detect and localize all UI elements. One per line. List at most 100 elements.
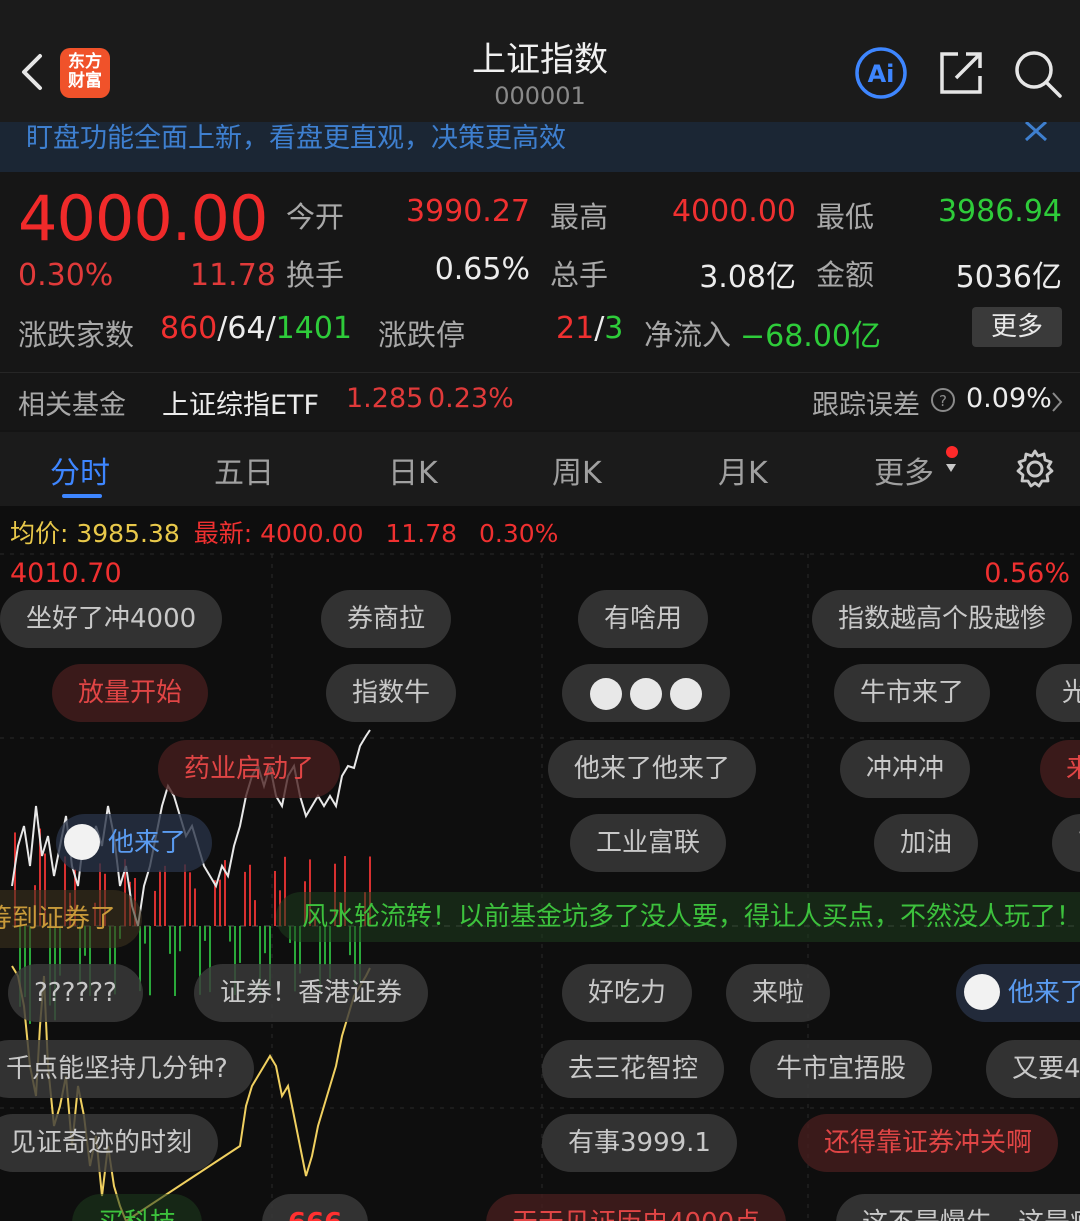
danmaku-bubble[interactable]: 去三花智控	[542, 1040, 725, 1098]
fund-name: 上证综指ETF	[162, 390, 320, 421]
volume-bar	[179, 926, 181, 952]
volume-bar	[249, 864, 251, 926]
tracking-label: 跟踪误差	[812, 390, 920, 421]
volume-bar	[254, 900, 256, 926]
volume-bar	[204, 926, 206, 941]
danmaku-bubble[interactable]: 证券！香港证券	[194, 964, 429, 1022]
share-icon[interactable]	[934, 46, 988, 100]
axis-max-pct: 0.56%	[984, 558, 1070, 589]
tab-weekly-k[interactable]: 周K	[552, 448, 602, 492]
danmaku-bubble[interactable]: 加油	[874, 814, 979, 872]
danmaku-bubble[interactable]: 他来了	[956, 964, 1080, 1022]
stock-code: 000001	[494, 82, 586, 110]
volume-bar	[174, 926, 176, 996]
fund-label: 相关基金	[18, 390, 126, 421]
svg-text:Ai: Ai	[868, 60, 895, 88]
danmaku-bubble[interactable]: 他来了他来了	[548, 740, 757, 798]
emoji-icon	[590, 677, 622, 710]
breadth-label: 涨跌家数	[18, 318, 135, 352]
limit-label: 涨跌停	[378, 318, 466, 352]
low-value: 3986.94	[937, 194, 1062, 229]
gear-icon[interactable]	[1014, 448, 1056, 490]
danmaku-bubble[interactable]: 买科技	[72, 1194, 203, 1221]
more-button[interactable]: 更多	[972, 307, 1062, 347]
netflow-value: −68.00亿	[740, 319, 882, 354]
danmaku-bubble[interactable]: 工业富联	[570, 814, 727, 872]
danmaku-bubble[interactable]: 冲冲冲	[840, 740, 971, 798]
close-icon[interactable]	[1018, 122, 1054, 146]
ai-icon[interactable]: Ai	[854, 46, 908, 100]
tab-intraday[interactable]: 分时	[50, 448, 110, 492]
danmaku-bubble[interactable]: 放量开始	[52, 664, 209, 722]
volume-bar	[169, 926, 171, 954]
danmaku-bubble[interactable]: 牛市宜捂股	[750, 1040, 933, 1098]
help-icon[interactable]: ?	[930, 387, 956, 413]
quote-panel: 4000.00 0.30% 11.78 今开 3990.27 最高 4000.0…	[0, 172, 1080, 372]
tab-five-day[interactable]: 五日	[214, 448, 274, 492]
turnover-value: 0.65%	[434, 252, 530, 287]
danmaku-bubble[interactable]: 见证奇迹的时刻	[0, 1114, 219, 1172]
change-percent: 0.30%	[18, 258, 114, 293]
tracking-value: 0.09%	[966, 383, 1052, 414]
change-amount: 11.78	[190, 258, 276, 293]
bunny-avatar-icon	[964, 973, 1000, 1010]
danmaku-bubble[interactable]: 有事3999.1	[542, 1114, 737, 1172]
volume-bar	[144, 926, 146, 944]
fund-price: 1.285	[346, 383, 424, 414]
notification-dot	[946, 446, 958, 458]
volume-value: 3.08亿	[699, 260, 796, 295]
dropdown-icon	[946, 464, 956, 472]
danmaku-bubble[interactable]: 风水轮流转！以前基金坑多了没人要，得让人买点，不然没人玩了！	[276, 892, 1080, 942]
danmaku-bubble[interactable]: 指数越高个股越惨	[812, 590, 1073, 648]
top-bar: 东方 财富 上证指数 000001 Ai	[0, 0, 1080, 122]
danmaku-emoji-bubble[interactable]	[562, 664, 730, 722]
volume-bar	[239, 926, 241, 963]
volume-bar	[189, 872, 191, 926]
danmaku-bubble[interactable]: ??????	[8, 964, 143, 1022]
high-value: 4000.00	[671, 194, 796, 229]
danmaku-bubble[interactable]: 有啥用	[578, 590, 709, 648]
danmaku-bubble[interactable]: 又要4	[986, 1040, 1080, 1098]
danmaku-bubble[interactable]: 牛市来了	[834, 664, 991, 722]
notice-text: 盯盘功能全面上新，看盘更直观，决策更高效	[26, 123, 566, 154]
danmaku-bubble[interactable]: 还得靠证券冲关啊	[798, 1114, 1059, 1172]
tab-monthly-k[interactable]: 月K	[718, 448, 768, 492]
chart-info-bar: 均价: 3985.38 最新: 4000.00 11.78 0.30%	[10, 519, 559, 548]
chevron-right-icon	[1052, 392, 1063, 412]
volume-bar	[154, 890, 156, 926]
volume-bar	[164, 865, 166, 926]
volume-bar	[159, 870, 161, 926]
emoji-icon	[630, 677, 662, 710]
period-tabs: 分时 五日 日K 周K 月K 更多	[0, 432, 1080, 506]
danmaku-bubble[interactable]: 千点能坚持几分钟?	[0, 1040, 254, 1098]
danmaku-bubble[interactable]: 坐好了冲4000	[0, 590, 223, 648]
open-value: 3990.27	[405, 194, 530, 229]
danmaku-bubble[interactable]: 指数牛	[326, 664, 457, 722]
notice-banner[interactable]: 盯盘功能全面上新，看盘更直观，决策更高效	[0, 122, 1080, 172]
danmaku-bubble[interactable]: 天天见证历史4000点	[486, 1194, 787, 1221]
danmaku-bubble[interactable]: 好吃力	[562, 964, 693, 1022]
svg-text:?: ?	[939, 392, 947, 410]
amount-value: 5036亿	[955, 260, 1062, 295]
danmaku-bubble[interactable]: 他来了	[56, 814, 213, 872]
danmaku-bubble[interactable]: 券商拉	[321, 590, 452, 648]
related-fund-row[interactable]: 相关基金 上证综指ETF 1.285 0.23% 跟踪误差 ? 0.09%	[0, 372, 1080, 430]
danmaku-bubble[interactable]: 这不是慢牛，这是疯	[836, 1194, 1080, 1221]
danmaku-bubble[interactable]: 药业启动了	[158, 740, 341, 798]
open-label: 今开	[286, 200, 345, 234]
turnover-label: 换手	[286, 258, 345, 292]
volume-bar	[219, 879, 221, 926]
tab-daily-k[interactable]: 日K	[388, 448, 438, 492]
tab-more[interactable]: 更多	[874, 448, 934, 492]
low-label: 最低	[816, 200, 875, 234]
danmaku-bubble[interactable]: 666	[262, 1194, 369, 1221]
search-icon[interactable]	[1010, 46, 1064, 100]
netflow-label: 净流入	[644, 318, 732, 352]
danmaku-bubble[interactable]: 来啦	[726, 964, 831, 1022]
tab-indicator	[62, 494, 102, 498]
danmaku-bubble[interactable]: 等到证券了	[0, 890, 143, 948]
intraday-chart[interactable]: 均价: 3985.38 最新: 4000.00 11.78 0.30% 4010…	[0, 506, 1080, 1221]
emoji-icon	[670, 677, 702, 710]
volume-label: 总手	[550, 258, 609, 292]
volume-bar	[194, 888, 196, 926]
